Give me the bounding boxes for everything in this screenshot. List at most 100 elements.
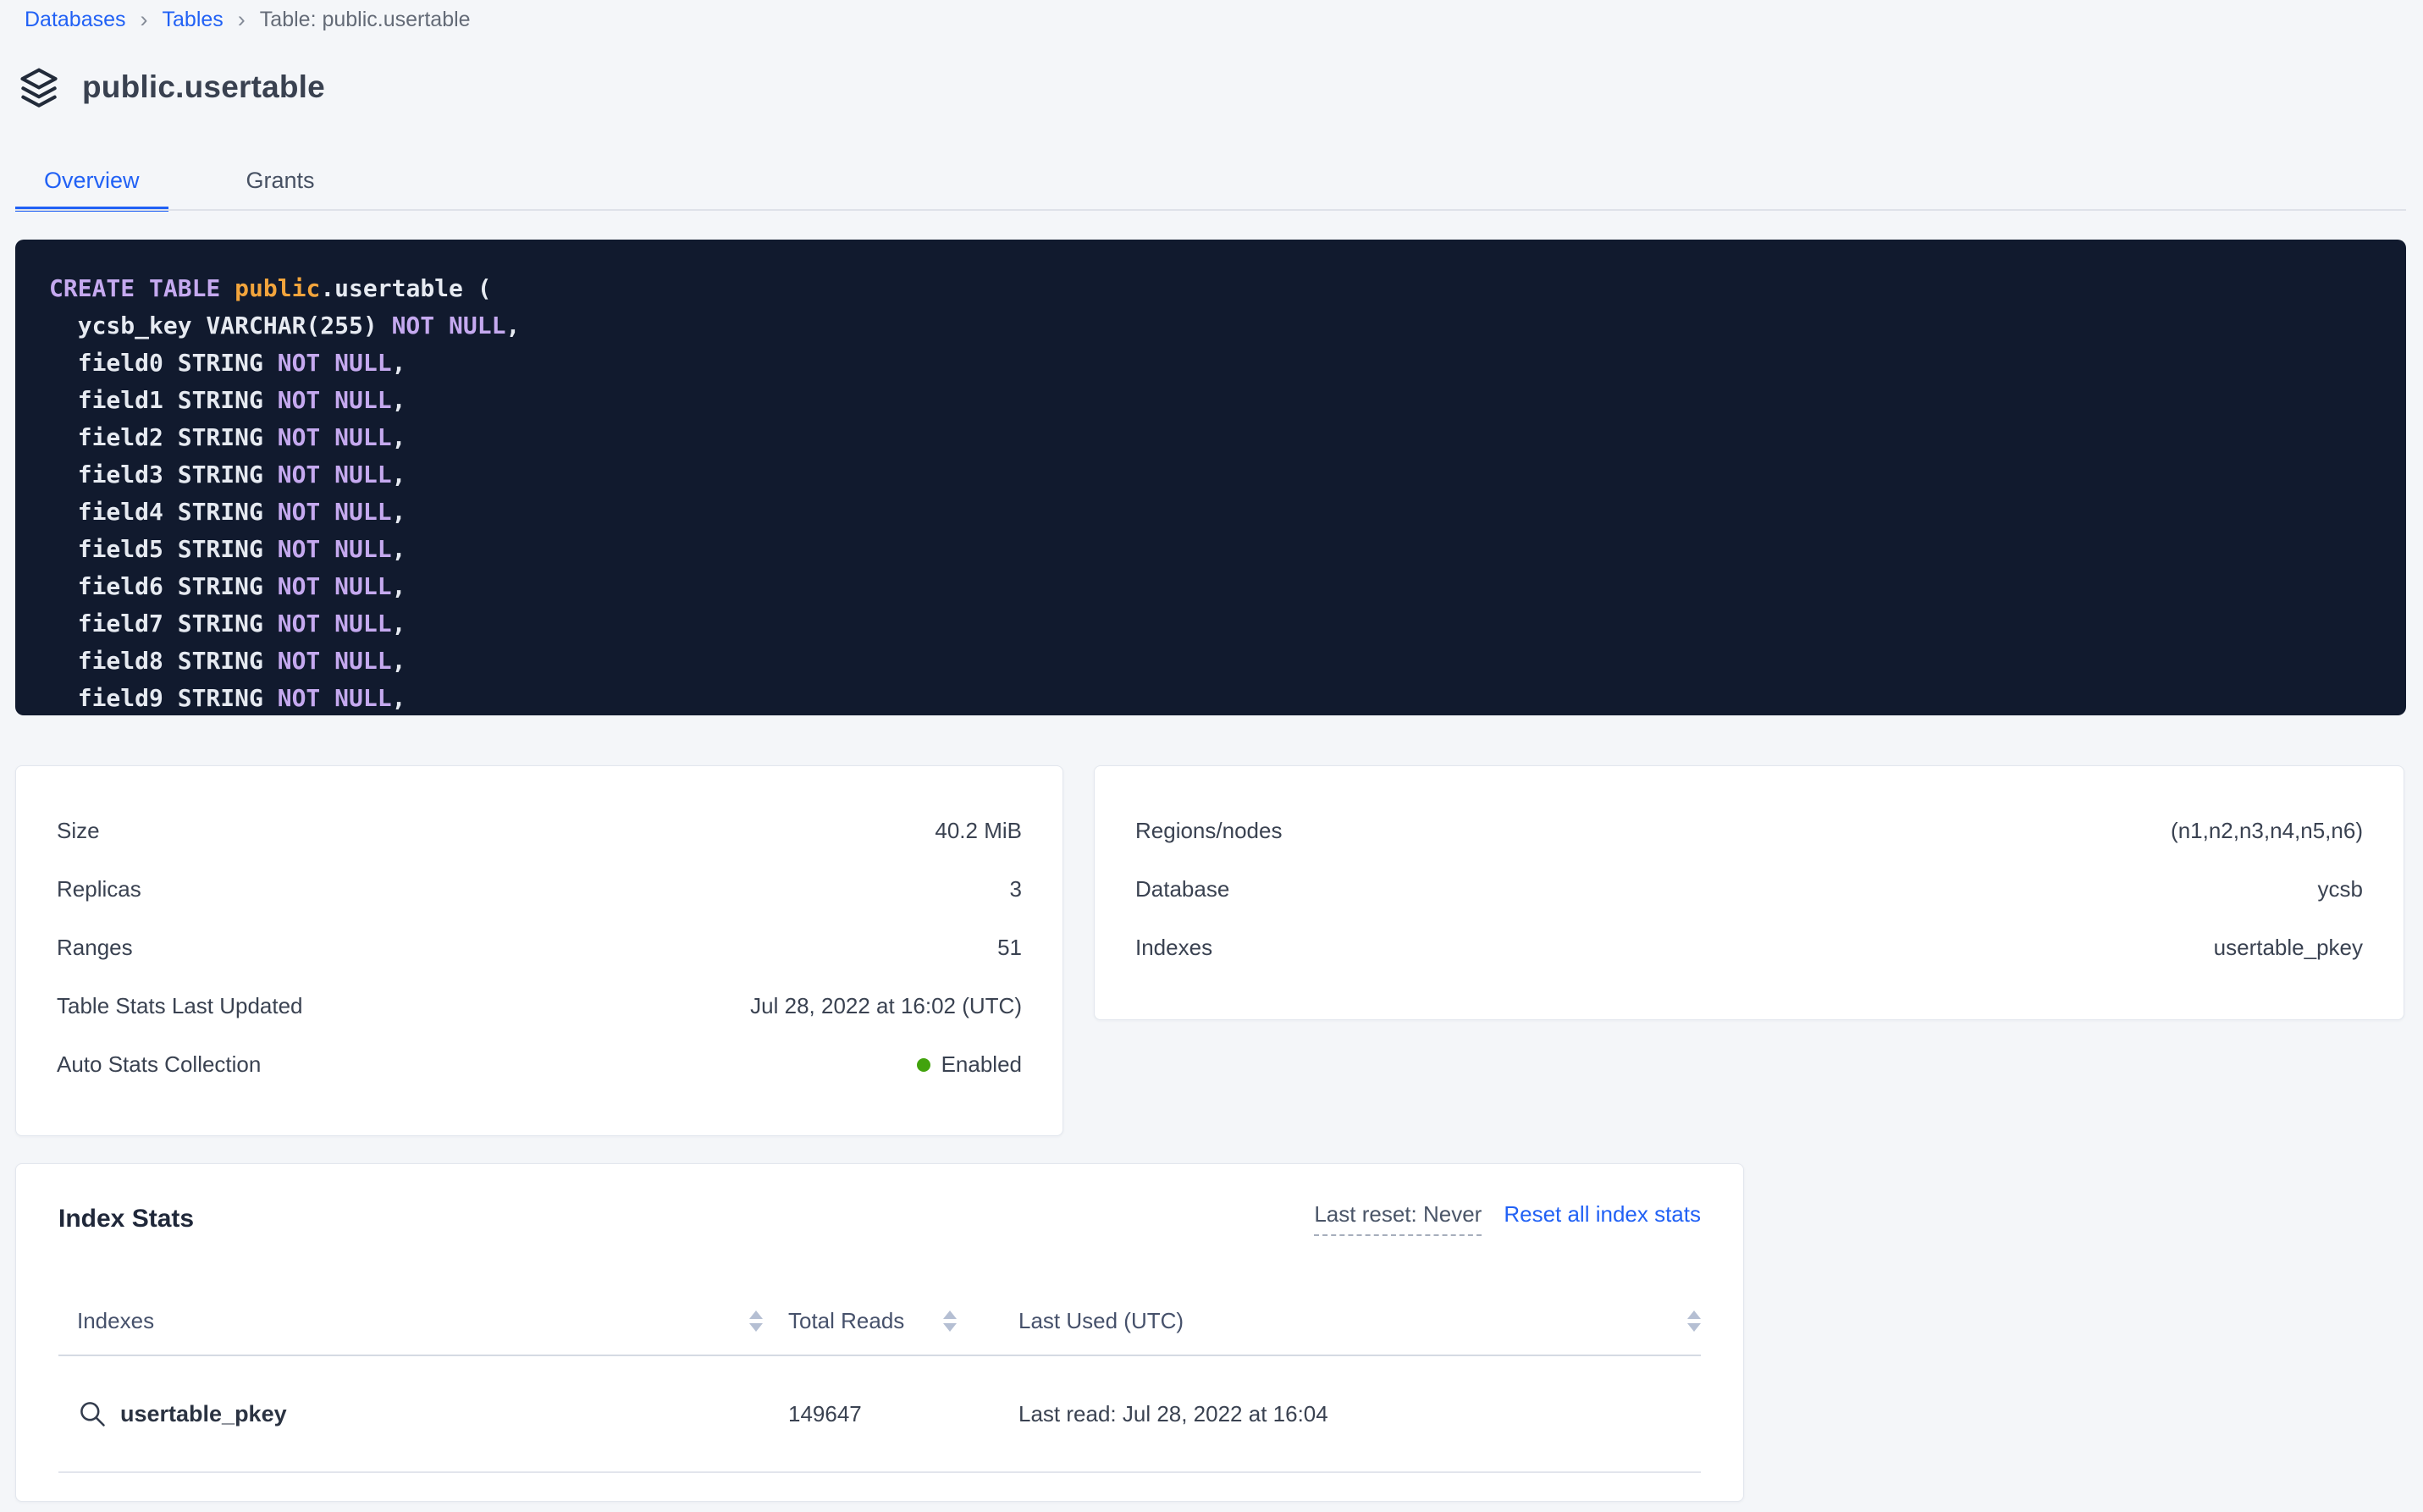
stat-label: Database	[1135, 876, 1229, 902]
sql-token: field6 STRING	[49, 572, 278, 600]
stat-value: 51	[997, 935, 1022, 961]
sql-token: .usertable (	[320, 274, 491, 302]
sql-code-line: field2 STRING NOT NULL,	[49, 419, 2381, 456]
sort-desc-icon	[1687, 1323, 1701, 1332]
sql-code-line: field3 STRING NOT NULL,	[49, 456, 2381, 494]
index-table-body: usertable_pkey 149647Last read: Jul 28, 2…	[58, 1356, 1701, 1473]
stat-value-text: (n1,n2,n3,n4,n5,n6)	[2171, 818, 2363, 844]
stat-value-text: 40.2 MiB	[935, 818, 1022, 844]
sql-token: NOT NULL	[278, 572, 392, 600]
tab-bar: Overview Grants	[15, 154, 393, 212]
create-table-sql-block[interactable]: CREATE TABLE public.usertable ( ycsb_key…	[15, 240, 2406, 715]
table-row-divider	[58, 1471, 1701, 1473]
stat-label: Indexes	[1135, 935, 1212, 961]
sql-token: ,	[392, 684, 406, 712]
sql-token: ,	[392, 386, 406, 414]
stat-label: Size	[57, 818, 100, 844]
stat-value-text: 51	[997, 935, 1022, 961]
sql-token: ,	[505, 312, 520, 339]
sql-token: ycsb_key VARCHAR(255)	[49, 312, 392, 339]
sort-arrows-icon[interactable]	[1687, 1311, 1701, 1332]
sql-token: NOT NULL	[278, 647, 392, 675]
stat-row-regions-nodes: Regions/nodes (n1,n2,n3,n4,n5,n6)	[1135, 802, 2363, 860]
stat-value-text: ycsb	[2318, 876, 2363, 902]
sql-token: field8 STRING	[49, 647, 278, 675]
reset-all-index-stats-link[interactable]: Reset all index stats	[1504, 1201, 1701, 1228]
tab-label: Overview	[44, 168, 140, 194]
sql-token: NOT NULL	[278, 684, 392, 712]
sort-arrows-icon[interactable]	[749, 1311, 763, 1332]
sql-token: ,	[392, 610, 406, 637]
stat-value: 40.2 MiB	[935, 818, 1022, 844]
sort-asc-icon	[1687, 1311, 1701, 1319]
sql-token: NOT NULL	[278, 461, 392, 488]
total-reads-cell: 149647	[763, 1401, 1000, 1427]
sql-token: NOT NULL	[278, 535, 392, 563]
sql-code-line: field0 STRING NOT NULL,	[49, 345, 2381, 382]
tab-label: Grants	[246, 168, 315, 194]
stat-row-auto-stats-collection: Auto Stats Collection Enabled	[57, 1035, 1022, 1094]
sort-desc-icon	[749, 1323, 763, 1332]
sql-token: ,	[392, 535, 406, 563]
column-header-label: Indexes	[77, 1308, 154, 1334]
stat-label: Auto Stats Collection	[57, 1051, 261, 1078]
stat-value: Enabled	[917, 1051, 1022, 1078]
tab-grants[interactable]: Grants	[218, 154, 344, 212]
index-stats-title: Index Stats	[58, 1205, 194, 1233]
page-title: public.usertable	[82, 69, 325, 105]
magnifier-icon	[77, 1399, 108, 1429]
index-table-row: usertable_pkey 149647Last read: Jul 28, 2…	[58, 1356, 1701, 1471]
sql-token: NOT NULL	[278, 423, 392, 451]
breadcrumb-item-tables[interactable]: Tables	[163, 5, 224, 34]
breadcrumb: Databases›Tables›Table: public.usertable	[25, 5, 471, 34]
sql-code-line: ycsb_key VARCHAR(255) NOT NULL,	[49, 307, 2381, 345]
index-name[interactable]: usertable_pkey	[120, 1401, 287, 1427]
tab-overview[interactable]: Overview	[15, 154, 168, 212]
stat-value: usertable_pkey	[2214, 935, 2363, 961]
sql-token: NOT NULL	[392, 312, 506, 339]
stat-row-ranges: Ranges 51	[57, 919, 1022, 977]
sql-code-line: field5 STRING NOT NULL,	[49, 531, 2381, 568]
table-stats-card: Size 40.2 MiB Replicas3 Ranges 51 Table Stats…	[15, 765, 1063, 1136]
sql-code-line: field4 STRING NOT NULL,	[49, 494, 2381, 531]
index-stats-actions: Last reset: Never Reset all index stats	[1314, 1201, 1701, 1236]
sql-token: field0 STRING	[49, 349, 278, 377]
last-used-cell: Last read: Jul 28, 2022 at 16:04	[1000, 1401, 1701, 1427]
column-header-total-reads[interactable]: Total Reads	[763, 1308, 1000, 1334]
table-stack-icon	[17, 64, 61, 110]
stat-row-replicas: Replicas3	[57, 860, 1022, 919]
stat-label: Ranges	[57, 935, 133, 961]
sql-code-line: field8 STRING NOT NULL,	[49, 643, 2381, 680]
stat-row-database: Database ycsb	[1135, 860, 2363, 919]
sort-asc-icon	[749, 1311, 763, 1319]
table-details-page: Databases›Tables›Table: public.usertable…	[0, 0, 2423, 1512]
index-stats-header: Index Stats Last reset: Never Reset all …	[58, 1164, 1701, 1236]
last-reset-label[interactable]: Last reset: Never	[1314, 1201, 1482, 1236]
stat-label: Regions/nodes	[1135, 818, 1282, 844]
stat-value-text: Enabled	[941, 1051, 1022, 1078]
stat-value-text: Jul 28, 2022 at 16:02 (UTC)	[750, 993, 1022, 1019]
breadcrumb-item-databases[interactable]: Databases	[25, 5, 126, 34]
sql-code-line: field7 STRING NOT NULL,	[49, 605, 2381, 643]
sql-token: field3 STRING	[49, 461, 278, 488]
status-dot-icon	[917, 1058, 930, 1072]
sql-token: NOT NULL	[278, 386, 392, 414]
sort-desc-icon	[943, 1323, 957, 1332]
column-header-label: Last Used (UTC)	[1018, 1308, 1184, 1334]
table-meta-card: Regions/nodes (n1,n2,n3,n4,n5,n6) Database…	[1094, 765, 2404, 1020]
sql-token: public	[235, 274, 320, 302]
breadcrumb-separator-icon: ›	[141, 7, 148, 32]
sql-token: field4 STRING	[49, 498, 278, 526]
column-header-indexes[interactable]: Indexes	[58, 1308, 763, 1334]
sql-token: NOT NULL	[278, 498, 392, 526]
index-name-cell[interactable]: usertable_pkey	[58, 1399, 763, 1429]
sql-token: ,	[392, 572, 406, 600]
column-header-last-used-utc-[interactable]: Last Used (UTC)	[1000, 1308, 1701, 1334]
sql-token: NOT NULL	[278, 349, 392, 377]
stat-row-indexes: Indexes usertable_pkey	[1135, 919, 2363, 977]
index-stats-card: Index Stats Last reset: Never Reset all …	[15, 1163, 1744, 1502]
sort-arrows-icon[interactable]	[943, 1311, 957, 1332]
breadcrumb-separator-icon: ›	[238, 7, 246, 32]
column-header-label: Total Reads	[788, 1308, 904, 1334]
stat-label: Table Stats Last Updated	[57, 993, 303, 1019]
